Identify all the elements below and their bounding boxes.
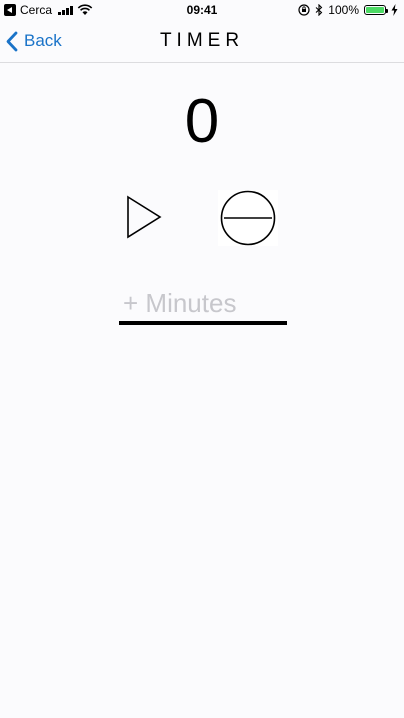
timer-value: 0 (184, 87, 220, 156)
charging-icon (391, 4, 398, 16)
minutes-input[interactable] (119, 285, 287, 325)
battery-percentage: 100% (328, 3, 359, 17)
status-bar: Cerca 09:41 100% (0, 0, 404, 20)
status-right: 100% (298, 3, 398, 17)
play-button[interactable] (124, 193, 164, 241)
navigation-bar: Back TIMER (0, 20, 404, 63)
battery-fill (366, 7, 384, 13)
battery-icon (364, 5, 388, 15)
play-icon (127, 195, 162, 239)
bluetooth-icon (315, 4, 323, 16)
page-title: TIMER (159, 30, 245, 51)
rotation-lock-icon (298, 4, 310, 16)
minus-circle-icon (218, 190, 278, 246)
reset-button[interactable] (218, 190, 278, 246)
